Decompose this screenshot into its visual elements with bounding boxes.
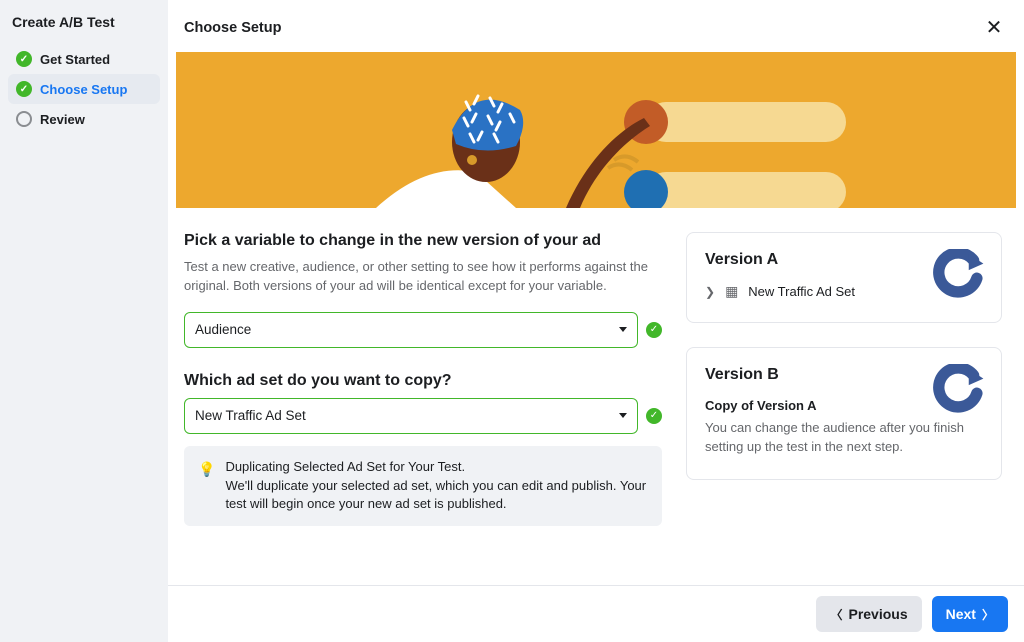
version-a-card: Version A ❯ ▦ New Traffic Ad Set <box>686 232 1002 323</box>
hero-illustration <box>176 52 1016 208</box>
chevron-right-icon: ❯ <box>705 285 715 299</box>
variable-description: Test a new creative, audience, or other … <box>184 258 662 296</box>
sidebar-step-label: Get Started <box>40 52 110 67</box>
variable-select[interactable]: Audience <box>184 312 638 348</box>
lightbulb-icon: 💡 <box>198 459 215 515</box>
variable-heading: Pick a variable to change in the new ver… <box>184 232 662 250</box>
check-icon: ✓ <box>646 322 662 338</box>
close-icon: ✕ <box>986 18 1003 38</box>
check-icon: ✓ <box>16 81 32 97</box>
adset-heading: Which ad set do you want to copy? <box>184 372 662 390</box>
previous-label: Previous <box>848 606 907 622</box>
sidebar-step-label: Review <box>40 112 85 127</box>
sidebar-step-review[interactable]: Review <box>8 104 160 134</box>
adset-select-value: New Traffic Ad Set <box>195 408 306 423</box>
previous-button[interactable]: 〈 Previous <box>816 596 921 632</box>
version-a-item: New Traffic Ad Set <box>748 284 855 299</box>
sidebar: Create A/B Test ✓ Get Started ✓ Choose S… <box>0 0 168 642</box>
sidebar-step-label: Choose Setup <box>40 82 127 97</box>
main: Choose Setup ✕ <box>168 0 1024 642</box>
chevron-down-icon <box>619 327 627 332</box>
versions-panel: Version A ❯ ▦ New Traffic Ad Set Version… <box>686 232 1002 585</box>
footer: 〈 Previous Next 〉 <box>168 585 1024 642</box>
version-b-desc: You can change the audience after you fi… <box>705 419 983 457</box>
chevron-right-icon: 〉 <box>982 606 994 623</box>
arrow-swirl-icon <box>933 249 985 301</box>
circle-icon <box>16 111 32 127</box>
tip-body: We'll duplicate your selected ad set, wh… <box>225 477 648 515</box>
page-title: Choose Setup <box>184 20 281 36</box>
close-button[interactable]: ✕ <box>980 14 1008 42</box>
variable-select-value: Audience <box>195 322 251 337</box>
sidebar-title: Create A/B Test <box>8 14 160 44</box>
sidebar-step-get-started[interactable]: ✓ Get Started <box>8 44 160 74</box>
form-section: Pick a variable to change in the new ver… <box>184 232 662 585</box>
check-icon: ✓ <box>646 408 662 424</box>
arrow-swirl-icon <box>933 364 985 416</box>
tip-title: Duplicating Selected Ad Set for Your Tes… <box>225 458 648 477</box>
chevron-left-icon: 〈 <box>830 606 842 623</box>
sidebar-step-choose-setup[interactable]: ✓ Choose Setup <box>8 74 160 104</box>
version-b-card: Version B Copy of Version A You can chan… <box>686 347 1002 480</box>
next-button[interactable]: Next 〉 <box>932 596 1008 632</box>
adset-icon: ▦ <box>725 283 738 300</box>
next-label: Next <box>946 606 976 622</box>
tip-box: 💡 Duplicating Selected Ad Set for Your T… <box>184 446 662 527</box>
adset-select[interactable]: New Traffic Ad Set <box>184 398 638 434</box>
header: Choose Setup ✕ <box>168 0 1024 52</box>
chevron-down-icon <box>619 413 627 418</box>
check-icon: ✓ <box>16 51 32 67</box>
